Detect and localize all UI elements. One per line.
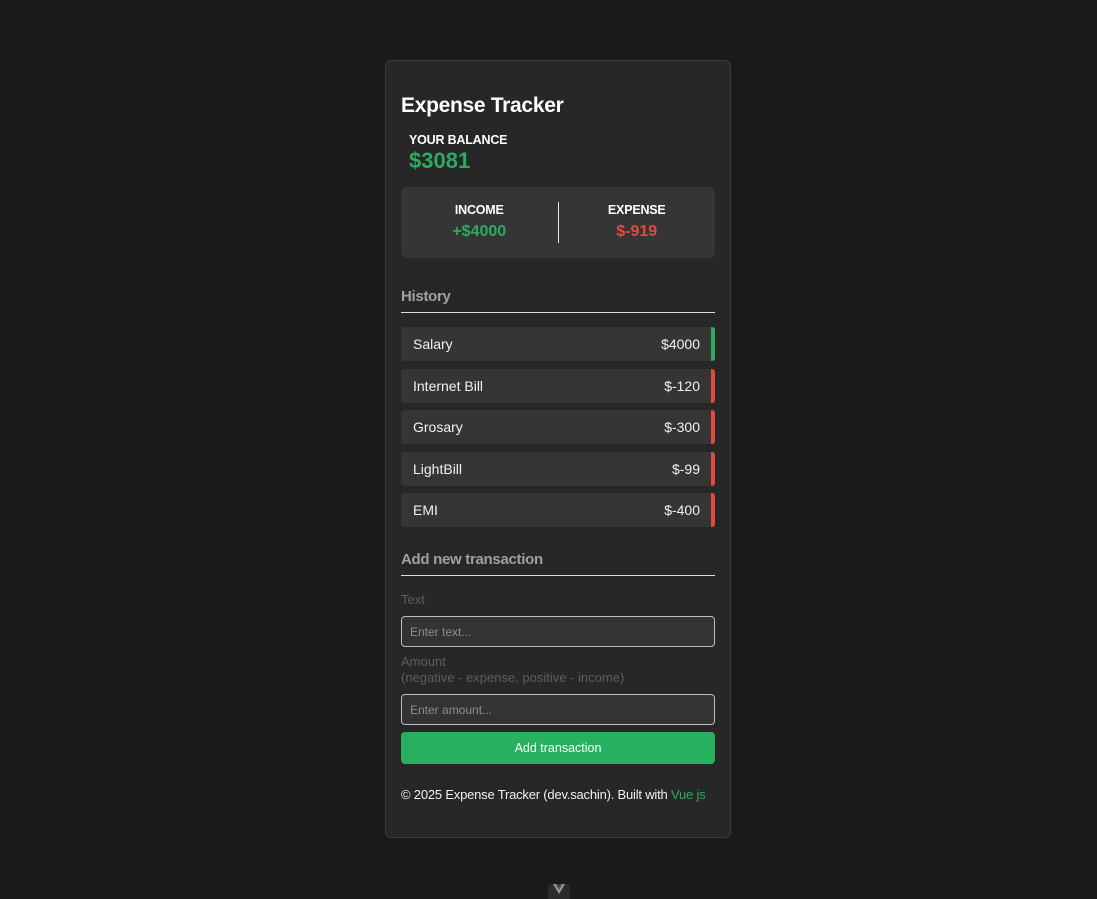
- footer-text: © 2025 Expense Tracker (dev.sachin). Bui…: [401, 787, 668, 802]
- text-field-label: Text: [401, 592, 425, 607]
- text-input[interactable]: [401, 616, 715, 647]
- expense-value: $-919: [616, 223, 658, 240]
- transaction-text: LightBill: [413, 460, 463, 477]
- transaction-amount: $-300: [664, 419, 700, 435]
- income-label: INCOME: [454, 203, 504, 217]
- expense-column: EXPENSE $-919: [559, 203, 716, 242]
- transaction-item[interactable]: EMI $-400: [401, 493, 715, 527]
- history-list: Salary $4000 Internet Bill $-120 Grosary…: [401, 327, 715, 527]
- transaction-text: Grosary: [413, 419, 463, 435]
- balance-label: YOUR BALANCE: [409, 133, 508, 147]
- transaction-amount: $-120: [664, 377, 700, 394]
- income-column: INCOME +$4000: [401, 203, 558, 242]
- expense-tracker-card: Expense Tracker YOUR BALANCE $3081 INCOM…: [385, 60, 731, 838]
- amount-hint: (negative - expense, positive - income): [401, 670, 625, 685]
- transaction-amount: $-99: [671, 460, 700, 477]
- transaction-amount: $-400: [664, 502, 700, 518]
- balance-value: $3081: [409, 148, 471, 173]
- vue-devtools-toggle[interactable]: [548, 884, 570, 899]
- transaction-text: EMI: [413, 502, 438, 518]
- vue-logo-icon: [553, 881, 565, 899]
- add-transaction-form: Text Amount (negative - expense, positiv…: [401, 592, 715, 764]
- transaction-item[interactable]: Internet Bill $-120: [401, 368, 715, 403]
- amount-input[interactable]: [401, 694, 715, 725]
- transaction-item[interactable]: Salary $4000: [401, 327, 715, 361]
- transaction-text: Salary: [413, 336, 453, 352]
- vue-js-link[interactable]: Vue js: [671, 787, 706, 802]
- history-title: History: [401, 288, 715, 313]
- expense-label: EXPENSE: [607, 203, 666, 217]
- add-transaction-title: Add new transaction: [401, 551, 715, 576]
- income-expense-summary: INCOME +$4000 EXPENSE $-919: [401, 187, 715, 258]
- balance-block: YOUR BALANCE $3081: [401, 133, 715, 174]
- transaction-amount: $4000: [661, 336, 700, 352]
- transaction-item[interactable]: LightBill $-99: [401, 451, 715, 486]
- income-value: +$4000: [452, 223, 507, 240]
- amount-label-text: Amount: [401, 654, 446, 669]
- app-title: Expense Tracker: [401, 94, 564, 117]
- transaction-item[interactable]: Grosary $-300: [401, 410, 715, 444]
- add-transaction-button[interactable]: Add transaction: [401, 732, 715, 764]
- footer: © 2025 Expense Tracker (dev.sachin). Bui…: [401, 787, 715, 803]
- amount-field-label: Amount (negative - expense, positive - i…: [401, 654, 715, 686]
- transaction-text: Internet Bill: [413, 377, 484, 394]
